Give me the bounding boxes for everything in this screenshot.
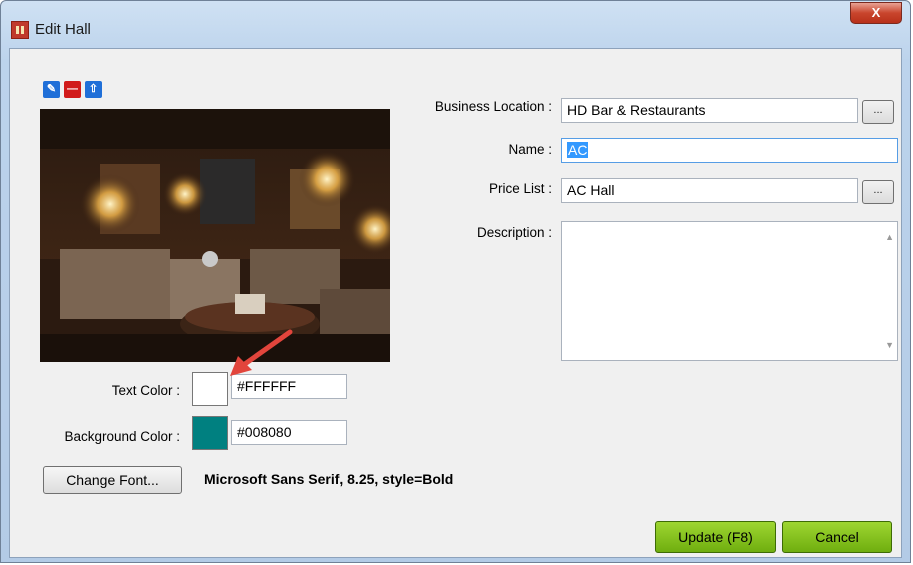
title-bar: Edit Hall X xyxy=(1,1,910,49)
text-color-label: Text Color : xyxy=(111,383,180,398)
name-field[interactable]: AC xyxy=(561,138,898,163)
business-location-field[interactable]: HD Bar & Restaurants xyxy=(561,98,858,123)
background-color-swatch[interactable] xyxy=(192,416,228,450)
remove-image-button[interactable]: — xyxy=(64,81,81,98)
name-label: Name : xyxy=(508,142,552,157)
scroll-down-arrow-icon[interactable]: ▼ xyxy=(885,340,894,350)
update-button[interactable]: Update (F8) xyxy=(655,521,776,553)
window-title: Edit Hall xyxy=(35,21,91,38)
upload-image-button[interactable]: ⇧ xyxy=(85,81,102,98)
hall-photo xyxy=(40,109,390,362)
background-color-label: Background Color : xyxy=(64,429,180,444)
price-list-label: Price List : xyxy=(488,181,552,196)
cancel-button[interactable]: Cancel xyxy=(782,521,892,553)
business-location-label: Business Location : xyxy=(434,99,552,114)
hall-photo-illustration xyxy=(40,109,390,362)
scroll-up-arrow-icon[interactable]: ▲ xyxy=(885,232,894,242)
price-list-field[interactable]: AC Hall xyxy=(561,178,858,203)
minus-icon: — xyxy=(67,83,78,95)
upload-icon: ⇧ xyxy=(88,83,99,95)
pencil-icon: ✎ xyxy=(46,83,57,95)
edit-hall-window: Edit Hall X ✎ — ⇧ Business Location: HD… xyxy=(0,0,911,563)
restaurant-app-icon xyxy=(11,21,29,39)
price-list-browse-button[interactable]: ... xyxy=(862,180,894,204)
description-textarea[interactable]: ▲ ▼ xyxy=(561,221,898,361)
name-field-selected-text: AC xyxy=(567,142,589,158)
font-description: Microsoft Sans Serif, 8.25, style=Bold xyxy=(204,471,454,487)
business-location-browse-button[interactable]: ... xyxy=(862,100,894,124)
dialog-body: ✎ — ⇧ Business Location: HD Bar & Resta… xyxy=(9,48,902,558)
annotation-arrow-icon xyxy=(230,329,293,376)
background-color-field[interactable]: #008080 xyxy=(231,420,347,445)
edit-image-button[interactable]: ✎ xyxy=(43,81,60,98)
change-font-button[interactable]: Change Font... xyxy=(43,466,182,494)
close-button[interactable]: X xyxy=(850,2,902,24)
description-label: Description : xyxy=(476,225,552,240)
